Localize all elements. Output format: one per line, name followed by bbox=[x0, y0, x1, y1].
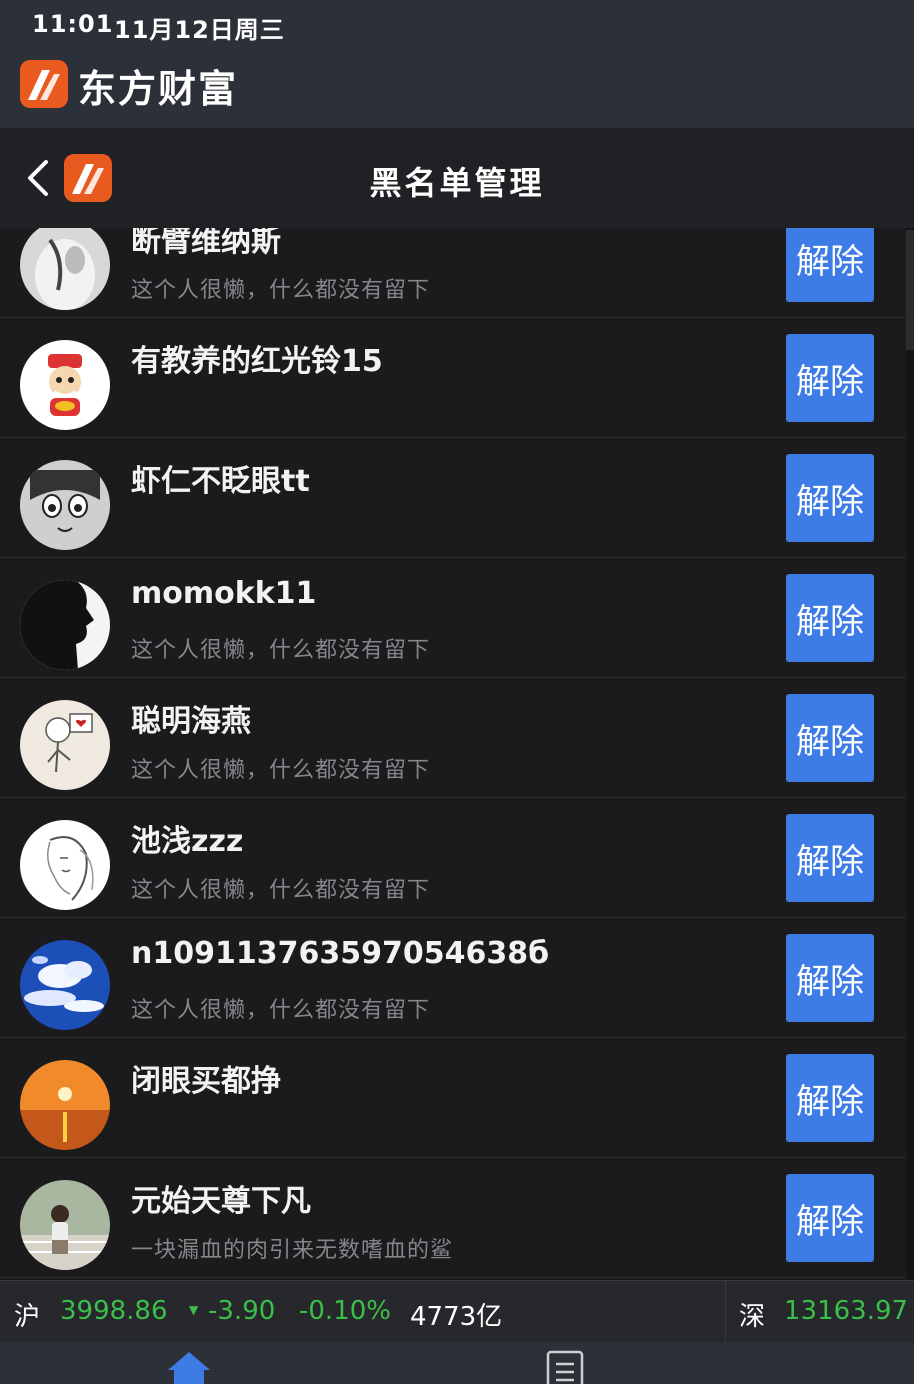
list-item: 有教养的红光铃15 解除 bbox=[0, 318, 906, 438]
list-item: 断臂维纳斯 这个人很懒，什么都没有留下 解除 bbox=[0, 228, 906, 318]
news-list-icon[interactable] bbox=[546, 1350, 586, 1384]
status-time: 11:01 bbox=[32, 10, 114, 38]
user-name: 元始天尊下凡 bbox=[131, 1184, 311, 1219]
user-name: 断臂维纳斯 bbox=[131, 228, 281, 259]
user-signature: 一块漏血的肉引来无数嗜血的鲨 bbox=[131, 1238, 454, 1263]
list-item: n109113763597054638б 这个人很懒，什么都没有留下 解除 bbox=[0, 918, 906, 1038]
unblock-button[interactable]: 解除 bbox=[786, 334, 874, 422]
unblock-button[interactable]: 解除 bbox=[786, 934, 874, 1022]
user-name: 有教养的红光铃15 bbox=[131, 344, 383, 379]
user-name: 池浅zzz bbox=[131, 824, 244, 859]
unblock-button[interactable]: 解除 bbox=[786, 574, 874, 662]
cartoon-god-of-wealth-avatar bbox=[20, 340, 110, 430]
sh-change: -3.90 bbox=[208, 1296, 276, 1326]
user-name: 虾仁不眨眼tt bbox=[131, 464, 310, 499]
user-signature: 这个人很懒，什么都没有留下 bbox=[131, 758, 431, 783]
app-name: 东方财富 bbox=[78, 67, 239, 111]
bottom-tab-bar bbox=[0, 1342, 914, 1384]
sh-index-value: 3998.86 bbox=[60, 1296, 168, 1326]
scrollbar-thumb[interactable] bbox=[906, 230, 914, 350]
sz-index-value: 13163.97 bbox=[784, 1296, 909, 1326]
scrollbar-track[interactable] bbox=[906, 228, 914, 1280]
unblock-button[interactable]: 解除 bbox=[786, 228, 874, 302]
heart-doll-avatar bbox=[20, 700, 110, 790]
user-signature: 这个人很懒，什么都没有留下 bbox=[131, 278, 431, 303]
user-signature: 这个人很懒，什么都没有留下 bbox=[131, 998, 431, 1023]
statue-avatar bbox=[20, 228, 110, 310]
list-item: 聪明海燕 这个人很懒，什么都没有留下 解除 bbox=[0, 678, 906, 798]
sh-label: 沪 bbox=[14, 1302, 41, 1332]
user-name: 闭眼买都挣 bbox=[131, 1064, 281, 1099]
user-name: n109113763597054638б bbox=[131, 936, 550, 971]
down-arrow-icon: ▼ bbox=[189, 1303, 199, 1317]
ticker-divider bbox=[725, 1281, 726, 1343]
blue-sky-avatar bbox=[20, 940, 110, 1030]
list-item: 池浅zzz 这个人很懒，什么都没有留下 解除 bbox=[0, 798, 906, 918]
list-item: 元始天尊下凡 一块漏血的肉引来无数嗜血的鲨 解除 bbox=[0, 1158, 906, 1278]
sketch-girl-avatar bbox=[20, 820, 110, 910]
unblock-button[interactable]: 解除 bbox=[786, 694, 874, 782]
anime-face-avatar bbox=[20, 460, 110, 550]
home-icon[interactable] bbox=[166, 1350, 212, 1384]
market-ticker[interactable]: 沪 3998.86 ▼ -3.90 -0.10% 4773亿 深 13163.9… bbox=[0, 1280, 914, 1343]
brand-logo-icon bbox=[20, 60, 68, 108]
girl-photo-avatar bbox=[20, 1180, 110, 1270]
list-item: momokk11 这个人很懒，什么都没有留下 解除 bbox=[0, 558, 906, 678]
status-date: 11月12日周三 bbox=[114, 16, 285, 44]
sh-volume: 4773亿 bbox=[410, 1302, 503, 1332]
unblock-button[interactable]: 解除 bbox=[786, 814, 874, 902]
unblock-button[interactable]: 解除 bbox=[786, 1054, 874, 1142]
user-name: momokk11 bbox=[131, 576, 317, 611]
nav-bar: 黑名单管理 bbox=[0, 128, 914, 228]
unblock-button[interactable]: 解除 bbox=[786, 454, 874, 542]
user-signature: 这个人很懒，什么都没有留下 bbox=[131, 878, 431, 903]
page-title: 黑名单管理 bbox=[369, 164, 545, 202]
list-item: 闭眼买都挣 解除 bbox=[0, 1038, 906, 1158]
sunset-avatar bbox=[20, 1060, 110, 1150]
sz-label: 深 bbox=[739, 1302, 766, 1332]
list-item: 虾仁不眨眼tt 解除 bbox=[0, 438, 906, 558]
silhouette-avatar bbox=[20, 580, 110, 670]
user-signature: 这个人很懒，什么都没有留下 bbox=[131, 638, 431, 663]
blacklist[interactable]: 断臂维纳斯 这个人很懒，什么都没有留下 解除 有教养的红光铃15 解除 虾仁不眨… bbox=[0, 228, 914, 1280]
app-header: 11:01 11月12日周三 东方财富 bbox=[0, 0, 914, 128]
unblock-button[interactable]: 解除 bbox=[786, 1174, 874, 1262]
sh-change-pct: -0.10% bbox=[299, 1296, 391, 1326]
user-name: 聪明海燕 bbox=[131, 704, 251, 739]
